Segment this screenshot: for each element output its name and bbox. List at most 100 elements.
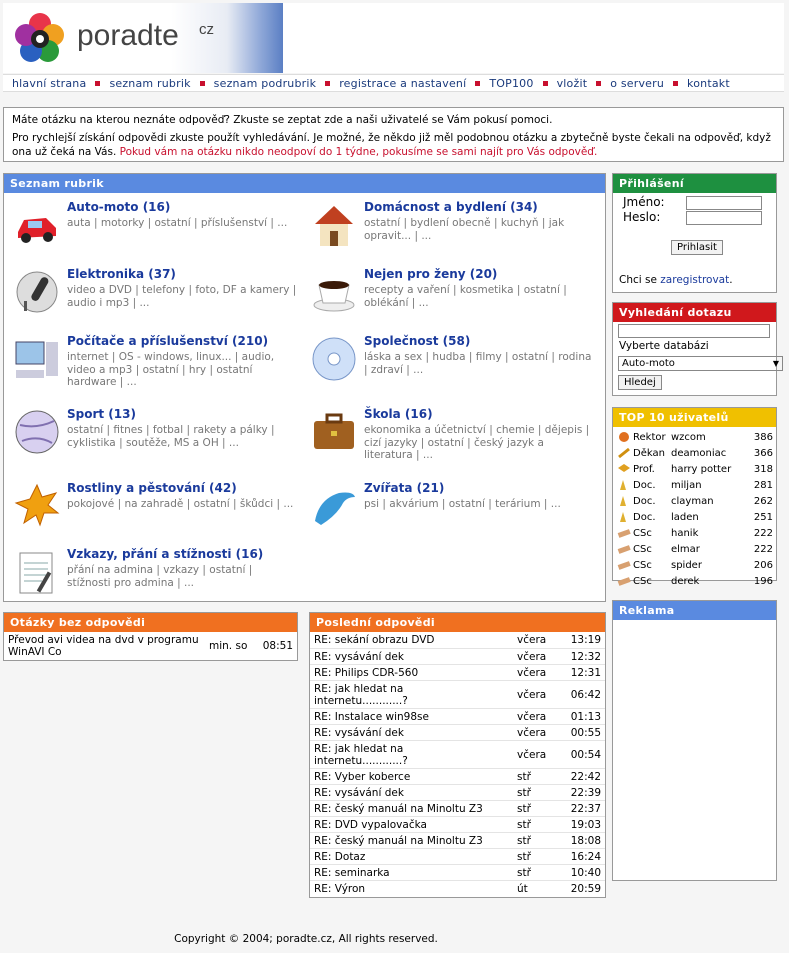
answer-row[interactable]: RE: seminarka stř 10:40 bbox=[310, 864, 605, 880]
rubric-title[interactable]: Elektronika (37) bbox=[67, 267, 176, 281]
user-score: 262 bbox=[753, 495, 773, 507]
unanswered-row[interactable]: Převod avi videa na dvd v programu WinAV… bbox=[4, 632, 297, 659]
user-name: spider bbox=[671, 559, 702, 571]
name-label: Jméno: bbox=[623, 195, 665, 209]
user-name: laden bbox=[671, 511, 699, 523]
logo-suffix: cz bbox=[199, 21, 214, 38]
rubric-title[interactable]: Rostliny a pěstování (42) bbox=[67, 481, 237, 495]
rubric-title[interactable]: Domácnost a bydlení (34) bbox=[364, 200, 538, 214]
answer-time: 22:39 bbox=[570, 786, 601, 799]
computer-icon bbox=[15, 341, 58, 378]
answer-row[interactable]: RE: Dotaz stř 16:24 bbox=[310, 848, 605, 864]
rubric-subcategories[interactable]: recepty a vaření | kosmetika | ostatní |… bbox=[364, 284, 594, 309]
rubric-title[interactable]: Zvířata (21) bbox=[364, 481, 444, 495]
login-panel: Přihlášení Jméno: Heslo: Prihlasit Chci … bbox=[612, 173, 777, 293]
rubric-subcategories[interactable]: láska a sex | hudba | filmy | ostatní | … bbox=[364, 351, 594, 376]
database-select[interactable]: Auto-moto ▼ bbox=[618, 356, 783, 371]
answer-time: 22:37 bbox=[570, 802, 601, 815]
answer-row[interactable]: RE: vysávání dek včera 00:55 bbox=[310, 724, 605, 740]
top-user-row[interactable]: Rektor wzcom 386 bbox=[613, 429, 776, 445]
name-input[interactable] bbox=[686, 196, 762, 210]
answer-row[interactable]: RE: jak hledat na internetu............?… bbox=[310, 740, 605, 768]
top-user-row[interactable]: Doc. clayman 262 bbox=[613, 493, 776, 509]
cd-icon bbox=[312, 337, 356, 381]
answer-date: stř bbox=[517, 786, 531, 799]
rubric-item: Zvířata (21) psi | akvárium | ostatní | … bbox=[301, 481, 591, 547]
register-link[interactable]: zaregistrovat bbox=[660, 274, 729, 286]
intro-line2-red: Pokud vám na otázku nikdo neodpoví do 1 … bbox=[119, 146, 598, 158]
top-user-row[interactable]: CSc derek 196 bbox=[613, 573, 776, 589]
top-user-row[interactable]: Děkan deamoniac 366 bbox=[613, 445, 776, 461]
car-icon bbox=[18, 218, 56, 243]
answer-time: 00:54 bbox=[570, 748, 601, 761]
rubric-subcategories[interactable]: video a DVD | telefony | foto, DF a kame… bbox=[67, 284, 297, 309]
intro-box: Máte otázku na kterou neznáte odpověď? Z… bbox=[3, 107, 784, 162]
answer-row[interactable]: RE: Philips CDR-560 včera 12:31 bbox=[310, 664, 605, 680]
user-name: elmar bbox=[671, 543, 700, 555]
nav-contact[interactable]: kontakt bbox=[687, 77, 730, 90]
rubric-title[interactable]: Společnost (58) bbox=[364, 334, 470, 348]
password-input[interactable] bbox=[686, 211, 762, 225]
rubric-subcategories[interactable]: psi | akvárium | ostatní | terárium | ..… bbox=[364, 498, 594, 511]
top-user-row[interactable]: CSc spider 206 bbox=[613, 557, 776, 573]
rubric-title[interactable]: Vzkazy, přání a stížnosti (16) bbox=[67, 547, 263, 561]
rubric-subcategories[interactable]: ostatní | fitnes | fotbal | rakety a pál… bbox=[67, 424, 297, 449]
register-suffix: . bbox=[729, 274, 733, 286]
top-user-row[interactable]: CSc elmar 222 bbox=[613, 541, 776, 557]
intro-line1: Máte otázku na kterou neznáte odpověď? Z… bbox=[12, 114, 553, 126]
rubric-item: Auto-moto (16) auta | motorky | ostatní … bbox=[4, 200, 294, 266]
answer-text: RE: vysávání dek bbox=[314, 786, 404, 799]
answer-row[interactable]: RE: Vyber koberce stř 22:42 bbox=[310, 768, 605, 784]
user-score: 222 bbox=[753, 527, 773, 539]
answer-text: RE: vysávání dek bbox=[314, 650, 404, 663]
answer-row[interactable]: RE: jak hledat na internetu............?… bbox=[310, 680, 605, 708]
unanswered-panel: Otázky bez odpovědi Převod avi videa na … bbox=[3, 612, 298, 661]
nav-home[interactable]: hlavní strana bbox=[12, 77, 86, 90]
nav-about[interactable]: o serveru bbox=[610, 77, 664, 90]
search-input[interactable] bbox=[618, 324, 770, 338]
login-button[interactable]: Prihlasit bbox=[671, 240, 723, 255]
rubric-title[interactable]: Sport (13) bbox=[67, 407, 136, 421]
answer-text: RE: jak hledat na internetu............? bbox=[314, 742, 408, 767]
rubric-subcategories[interactable]: přání na admina | vzkazy | ostatní | stí… bbox=[67, 564, 297, 589]
answer-row[interactable]: RE: český manuál na Minoltu Z3 stř 18:08 bbox=[310, 832, 605, 848]
answer-row[interactable]: RE: český manuál na Minoltu Z3 stř 22:37 bbox=[310, 800, 605, 816]
nav-subrubrics[interactable]: seznam podrubrik bbox=[214, 77, 317, 90]
nav-rubrics[interactable]: seznam rubrik bbox=[109, 77, 190, 90]
nav-registration[interactable]: registrace a nastavení bbox=[339, 77, 466, 90]
unanswered-title: Otázky bez odpovědi bbox=[4, 613, 297, 632]
answer-row[interactable]: RE: vysávání dek včera 12:32 bbox=[310, 648, 605, 664]
top-user-row[interactable]: Prof. harry potter 318 bbox=[613, 461, 776, 477]
rubric-item: Sport (13) ostatní | fitnes | fotbal | r… bbox=[4, 407, 294, 473]
user-score: 251 bbox=[753, 511, 773, 523]
user-rank: Doc. bbox=[633, 495, 656, 507]
top-user-row[interactable]: Doc. miljan 281 bbox=[613, 477, 776, 493]
question-date: min. so bbox=[209, 639, 248, 652]
answer-date: včera bbox=[517, 710, 547, 723]
ads-title: Reklama bbox=[613, 601, 776, 620]
rubric-subcategories[interactable]: internet | OS - windows, linux... | audi… bbox=[67, 351, 297, 389]
answer-row[interactable]: RE: vysávání dek stř 22:39 bbox=[310, 784, 605, 800]
search-button[interactable]: Hledej bbox=[618, 375, 662, 390]
house-icon bbox=[315, 206, 353, 246]
rubric-title[interactable]: Počítače a příslušenství (210) bbox=[67, 334, 268, 348]
logo[interactable]: poradte cz bbox=[3, 3, 283, 73]
rubric-subcategories[interactable]: ekonomika a účetnictví | chemie | dějepi… bbox=[364, 424, 594, 462]
logo-text: poradte bbox=[77, 19, 179, 52]
nav-insert[interactable]: vložit bbox=[557, 77, 588, 90]
rubric-subcategories[interactable]: auta | motorky | ostatní | příslušenství… bbox=[67, 217, 297, 230]
answer-row[interactable]: RE: Výron út 20:59 bbox=[310, 880, 605, 896]
answer-row[interactable]: RE: DVD vypalovačka stř 19:03 bbox=[310, 816, 605, 832]
user-name: clayman bbox=[671, 495, 714, 507]
rubric-subcategories[interactable]: ostatní | bydlení obecně | kuchyň | jak … bbox=[364, 217, 594, 242]
top-user-row[interactable]: Doc. laden 251 bbox=[613, 509, 776, 525]
rubric-title[interactable]: Nejen pro ženy (20) bbox=[364, 267, 497, 281]
answer-row[interactable]: RE: Instalace win98se včera 01:13 bbox=[310, 708, 605, 724]
rubric-subcategories[interactable]: pokojové | na zahradě | ostatní | škůdci… bbox=[67, 498, 297, 511]
rubric-title[interactable]: Auto-moto (16) bbox=[67, 200, 170, 214]
answer-time: 13:19 bbox=[570, 634, 601, 646]
nav-top100[interactable]: TOP100 bbox=[489, 77, 533, 90]
rubric-title[interactable]: Škola (16) bbox=[364, 407, 433, 421]
top-user-row[interactable]: CSc hanik 222 bbox=[613, 525, 776, 541]
answer-row[interactable]: RE: sekání obrazu DVD včera 13:19 bbox=[310, 632, 605, 648]
